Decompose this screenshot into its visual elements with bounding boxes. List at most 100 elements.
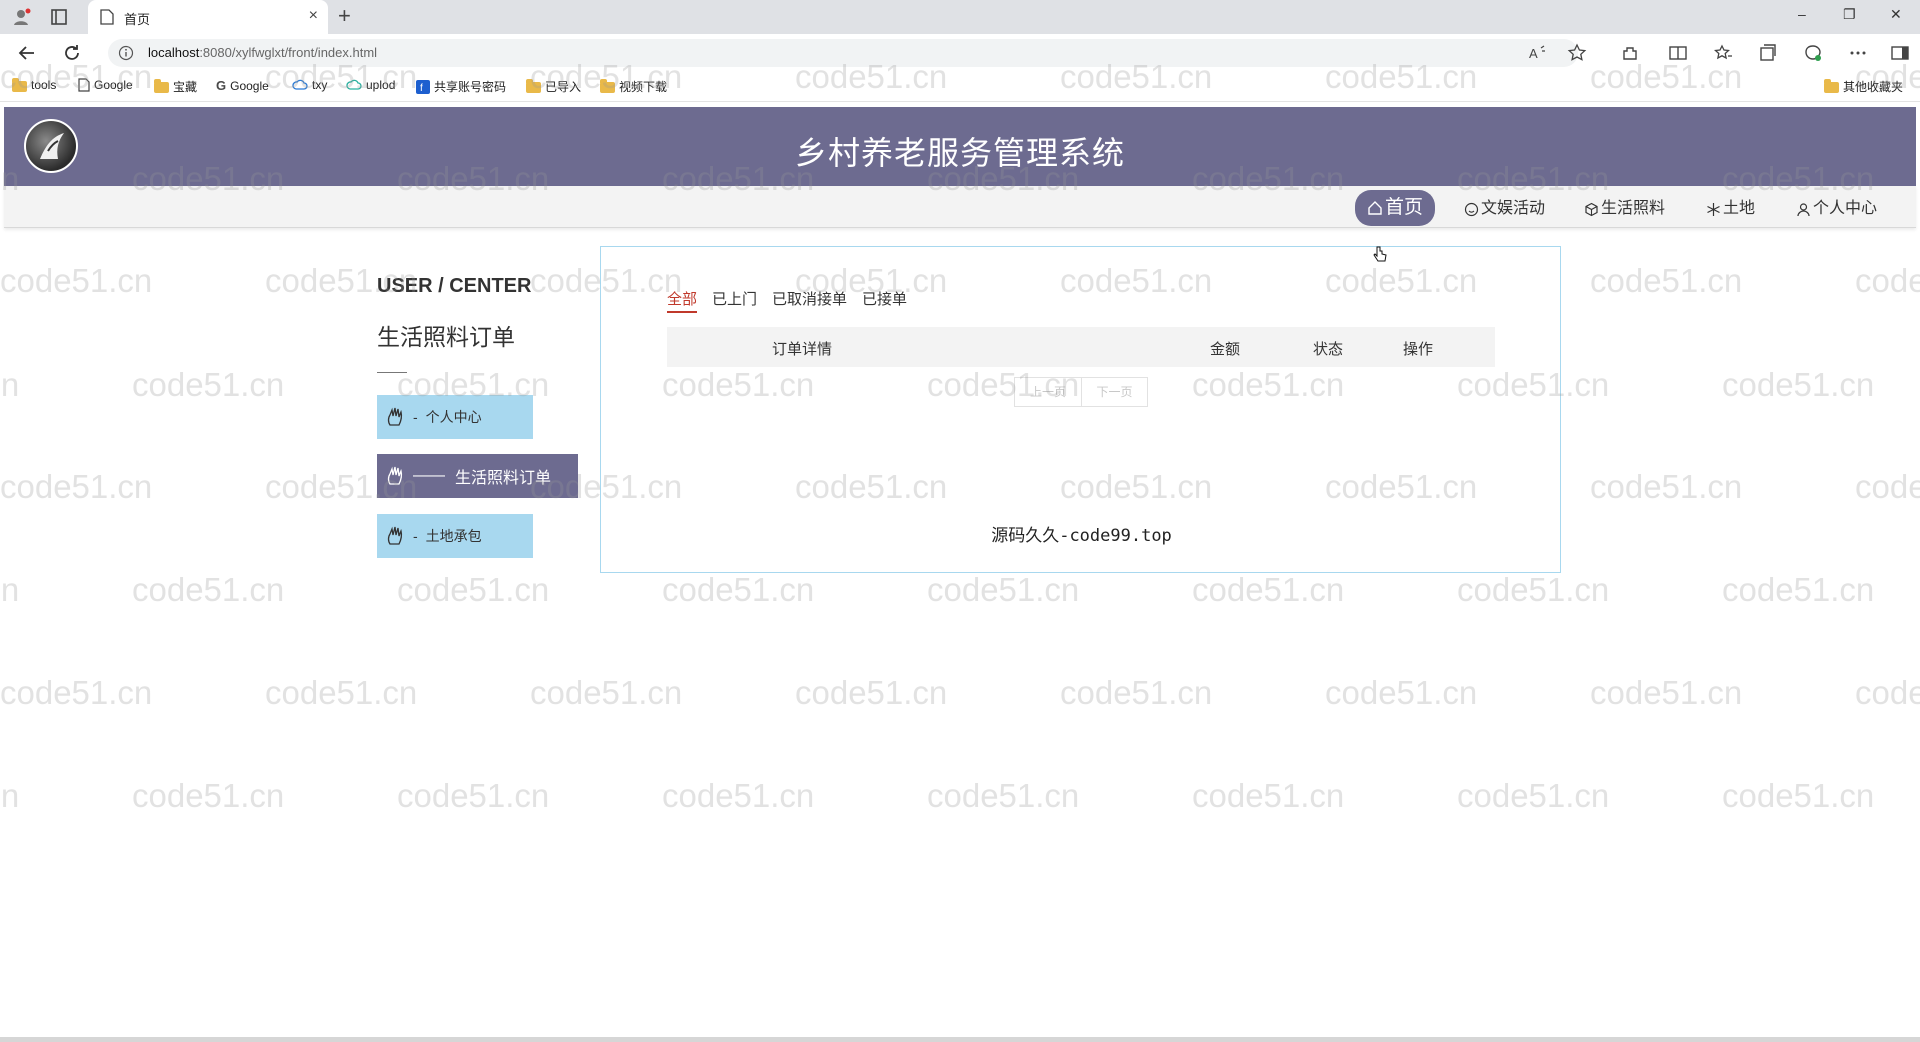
orders-table-header: 订单详情 金额 状态 操作 [667, 327, 1495, 367]
column-status: 状态 [1313, 341, 1344, 358]
close-window-button[interactable]: ✕ [1890, 6, 1902, 23]
watermark-text: code51.cn [1722, 571, 1875, 608]
bookmark-tools[interactable]: tools [12, 77, 57, 92]
home-icon [1368, 201, 1382, 215]
bookmark-baozang[interactable]: 宝藏 [154, 78, 197, 95]
watermark-text: code51.cn [1457, 777, 1610, 814]
bookmark-label: 宝藏 [173, 80, 198, 94]
site-info-icon[interactable] [118, 45, 134, 61]
bookmark-other-favorites[interactable]: 其他收藏夹 [1824, 78, 1903, 95]
hand-icon [387, 407, 403, 426]
bookmark-label: Google [94, 78, 133, 92]
folder-icon [600, 79, 615, 93]
nav-item-user-center[interactable]: 个人中心 [1796, 194, 1877, 224]
bookmark-label: Google [230, 78, 269, 93]
tab-close-button[interactable]: × [309, 7, 318, 25]
favorites-icon[interactable] [1713, 43, 1733, 63]
url-text: localhost:8080/xylfwglxt/front/index.htm… [148, 45, 377, 60]
watermark-text: code51.cn [132, 366, 285, 403]
prev-page-button[interactable]: 上一页 [1015, 378, 1081, 406]
profile-icon[interactable] [12, 7, 32, 27]
page-icon [78, 78, 90, 92]
folder-icon [12, 77, 27, 92]
watermark-text: code51.cn [1060, 674, 1213, 711]
nav-item-home[interactable]: 首页 [1355, 190, 1436, 226]
split-screen-icon[interactable] [1668, 43, 1688, 63]
bookmarks-bar: tools Google 宝藏 G Google txy uplod f 共享账号… [0, 72, 1920, 102]
bookmark-uplod[interactable]: uplod [346, 78, 395, 92]
url-field[interactable]: localhost:8080/xylfwglxt/front/index.htm… [108, 39, 1578, 67]
new-tab-button[interactable]: + [338, 4, 351, 28]
address-bar-row: localhost:8080/xylfwglxt/front/index.htm… [0, 34, 1920, 72]
hand-icon [387, 526, 403, 545]
google-icon: G [216, 78, 227, 93]
bookmark-label: tools [31, 78, 57, 92]
bookmark-google-page[interactable]: Google [78, 78, 133, 92]
browser-essentials-icon[interactable] [1803, 43, 1823, 63]
watermark-text: code51.cn [0, 777, 20, 814]
refresh-icon[interactable] [61, 42, 83, 64]
sidebar-toggle-icon[interactable] [1890, 43, 1910, 63]
watermark-text: code51.cn [1855, 262, 1920, 299]
collections-icon[interactable] [1758, 43, 1778, 63]
window-bottom-edge [0, 1037, 1920, 1042]
watermark-text: code51.cn [0, 468, 153, 505]
bookmark-shared-accounts[interactable]: f 共享账号密码 [416, 78, 506, 95]
nav-label: 首页 [1385, 197, 1424, 218]
sidebar-item-prefix: - [413, 409, 418, 425]
watermark-text: code51.cn [662, 571, 815, 608]
order-status-filters: 全部 已上门 已取消接单 已接单 [667, 288, 907, 313]
filter-visited[interactable]: 已上门 [712, 288, 757, 313]
watermark-text: code51.cn [1590, 262, 1743, 299]
column-amount: 金额 [1210, 341, 1241, 358]
watermark-text: code51.cn [927, 777, 1080, 814]
extensions-icon[interactable] [1620, 43, 1640, 63]
watermark-text: code51.cn [132, 571, 285, 608]
cube-icon [1585, 202, 1598, 216]
nav-item-land[interactable]: 土地 [1706, 194, 1755, 224]
bookmark-txy[interactable]: txy [292, 78, 327, 92]
back-icon[interactable] [16, 42, 38, 64]
more-menu-icon[interactable] [1848, 43, 1868, 63]
tab-actions-icon[interactable] [50, 8, 68, 26]
bookmark-google[interactable]: G Google [216, 78, 269, 93]
cloud-icon [292, 79, 308, 90]
filter-accepted[interactable]: 已接单 [862, 288, 907, 313]
minimize-button[interactable]: – [1798, 6, 1806, 22]
folder-icon [526, 79, 541, 93]
folder-icon [1824, 79, 1839, 93]
sidebar-item-life-care-orders[interactable]: —— 生活照料订单 [377, 454, 578, 498]
filter-cancelled[interactable]: 已取消接单 [772, 288, 847, 313]
orders-panel: 全部 已上门 已取消接单 已接单 订单详情 金额 状态 操作 上一页 下一页 源… [600, 246, 1561, 573]
nav-label: 生活照料 [1601, 200, 1666, 217]
tab-title: 首页 [124, 12, 151, 27]
filter-all[interactable]: 全部 [667, 288, 698, 313]
bookmark-video-download[interactable]: 视频下载 [600, 78, 667, 95]
read-aloud-icon[interactable]: A [1528, 43, 1548, 63]
sidebar-item-prefix: —— [413, 467, 445, 484]
hand-cursor-icon [1373, 246, 1387, 262]
sidebar-item-user-center[interactable]: - 个人中心 [377, 395, 533, 439]
nav-item-life-care[interactable]: 生活照料 [1584, 194, 1665, 224]
browser-tab[interactable]: 首页 × [88, 0, 328, 34]
watermark-text: code51.cn [1590, 468, 1743, 505]
sidebar-item-land-contract[interactable]: - 土地承包 [377, 514, 533, 558]
restore-button[interactable]: ❐ [1843, 6, 1856, 23]
watermark-text: code51.cn [0, 366, 20, 403]
watermark-text: code51.cn [1722, 777, 1875, 814]
sidebar-item-label: 土地承包 [425, 528, 482, 544]
watermark-text: code51.cn [397, 777, 550, 814]
nav-item-activities[interactable]: 文娱活动 [1464, 194, 1545, 224]
site-header: 乡村养老服务管理系统 [4, 107, 1916, 186]
watermark-text: code51.cn [265, 674, 418, 711]
nav-label: 土地 [1723, 200, 1756, 217]
site-title: 乡村养老服务管理系统 [794, 135, 1125, 171]
sidebar-divider [377, 372, 407, 373]
page-icon [100, 9, 114, 25]
bookmark-imported[interactable]: 已导入 [526, 78, 581, 95]
next-page-button[interactable]: 下一页 [1081, 378, 1147, 406]
source-footer-text: 源码久久-code99.top [991, 526, 1172, 546]
pagination: 上一页 下一页 [1014, 377, 1148, 407]
url-host: localhost [148, 45, 200, 60]
favorite-star-icon[interactable] [1567, 43, 1587, 63]
